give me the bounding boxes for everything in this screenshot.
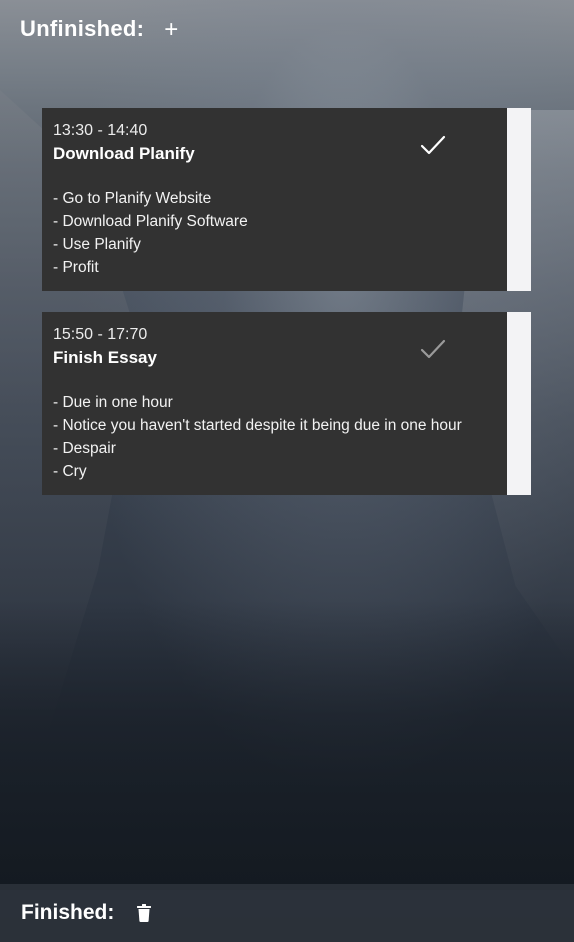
finished-title: Finished: <box>21 901 115 924</box>
task-subitems: - Go to Planify Website - Download Plani… <box>53 187 496 279</box>
trash-icon[interactable] <box>136 904 152 922</box>
task-card: 13:30 - 14:40 Download Planify - Go to P… <box>42 108 531 291</box>
task-subitem: - Despair <box>53 440 116 457</box>
check-icon[interactable] <box>419 337 447 361</box>
task-subitem: - Due in one hour <box>53 394 173 411</box>
task-list: 13:30 - 14:40 Download Planify - Go to P… <box>42 108 531 516</box>
add-task-button[interactable]: + <box>164 18 178 42</box>
task-subitem: - Download Planify Software <box>53 213 248 230</box>
unfinished-title: Unfinished: <box>20 16 145 41</box>
task-side-stripe <box>507 108 531 291</box>
task-subitem: - Use Planify <box>53 236 141 253</box>
task-subitem: - Go to Planify Website <box>53 190 212 207</box>
task-subitem: - Notice you haven't started despite it … <box>53 417 462 434</box>
task-card: 15:50 - 17:70 Finish Essay - Due in one … <box>42 312 531 495</box>
unfinished-header: Unfinished: + <box>20 16 178 42</box>
background-forest <box>0 600 574 890</box>
task-subitem: - Cry <box>53 463 87 480</box>
task-subitems: - Due in one hour - Notice you haven't s… <box>53 391 496 483</box>
check-icon[interactable] <box>419 133 447 157</box>
task-subitem: - Profit <box>53 259 99 276</box>
task-side-stripe <box>507 312 531 495</box>
finished-footer: Finished: <box>0 884 574 942</box>
